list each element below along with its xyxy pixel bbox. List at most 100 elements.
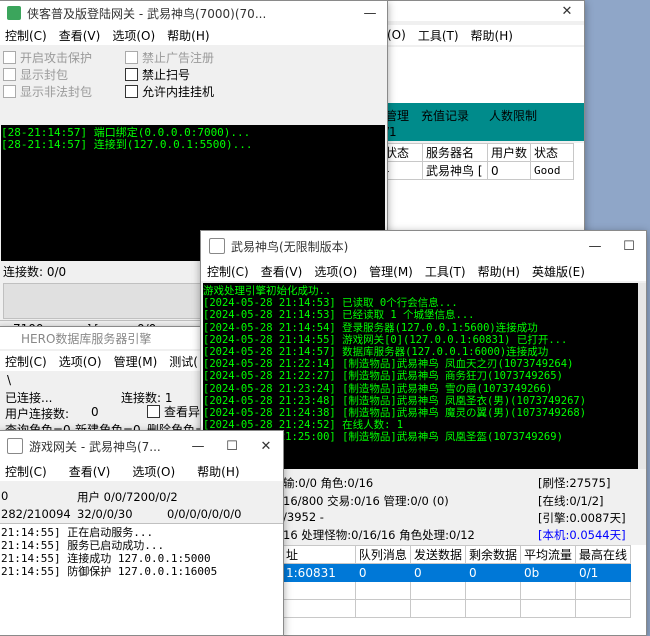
log-line: [2024-05-28 21:24:38] [制造物品]武易神鸟 魔灵の翼(男)… (203, 407, 587, 420)
log-line: 游戏处理引擎初始化成功.. (203, 285, 332, 297)
col-header-queue[interactable]: 队列消息 (354, 545, 411, 564)
log-line: 21:14:55] 连接成功 127.0.0.1:5000 (1, 552, 211, 565)
maximize-icon[interactable]: ☐ (215, 431, 249, 461)
menu-option[interactable]: 选项(O) (308, 263, 363, 280)
user-conn-label: 用户连接数: (5, 407, 70, 421)
log-line: [2024-05-28 21:14:55] 游戏网关[0](127.0.0.1:… (203, 333, 568, 346)
checkbox-icon (3, 68, 16, 81)
minimize-icon[interactable]: — (353, 1, 387, 25)
col-header-server[interactable]: 服务器名 (422, 143, 488, 162)
log-line: [2024-05-28 21:22:14] [制造物品]武易神鸟 凤血天之刃(1… (203, 358, 574, 371)
options-panel: 开启攻击保护 显示封包 显示非法封包 禁止广告注册 禁止扫号 允许内挂挂机 (0, 47, 387, 125)
log-line: [28-21:14:57] 连接到(127.0.0.1:5500)... (1, 137, 253, 151)
tab-limit[interactable]: 人数限制 (489, 107, 537, 124)
log-line: 21:14:55] 服务已启动成功... (1, 539, 165, 552)
attack-protect-checkbox[interactable]: 开启攻击保护 (3, 49, 92, 66)
window-title: 游戏网关 - 武易神鸟(7... (29, 439, 161, 454)
tab-manage[interactable]: 管理 (385, 107, 409, 124)
checkbox-icon (3, 85, 16, 98)
col-header-users[interactable]: 用户数 (486, 143, 532, 162)
menu-hero[interactable]: 英雄版(E) (526, 263, 591, 280)
log-line: [2024-05-28 21:23:48] [制造物品]武易神鸟 凤凰圣衣(男)… (203, 394, 587, 407)
window-game-gateway: 游戏网关 - 武易神鸟(7... — ☐ ✕ 控制(C) 查看(V) 选项(O)… (0, 430, 284, 636)
menu-manage[interactable]: 管理(M) (363, 263, 419, 280)
menu-view[interactable]: 查看(V) (255, 263, 309, 280)
app-icon (209, 238, 225, 254)
menu-test[interactable]: 测试( (163, 353, 204, 370)
log-line: [2024-05-28 21:14:53] 已经读取 1 个城堡信息... (203, 309, 475, 322)
checkbox-icon (125, 51, 138, 64)
log-line: [2024-05-28 21:14:54] 登录服务器(127.0.0.1:56… (203, 321, 538, 334)
menu-help[interactable]: 帮助(H) (465, 27, 519, 44)
log-scrollbar[interactable] (638, 283, 646, 469)
col-header-send[interactable]: 发送数据 (409, 545, 466, 564)
log-line: [2024-05-28 21:22:27] [制造物品]武易神鸟 商务狂刀(10… (203, 370, 563, 383)
stat-a: 0 (1, 489, 9, 503)
stat-b: 282/210094 (1, 507, 71, 521)
menu-control[interactable]: 控制(C) (0, 463, 53, 480)
minimize-icon[interactable]: — (578, 231, 612, 261)
window-title: 武易神鸟(无限制版本) (231, 239, 349, 254)
connected-label: 已连接... (5, 391, 53, 405)
stats-area: 0 用户 0/0/7200/0/2 282/210094 32/0/0/30 0… (0, 483, 283, 523)
menu-option[interactable]: 选项(O) (126, 463, 181, 480)
menu-tools[interactable]: 工具(T) (412, 27, 465, 44)
close-icon[interactable]: ✕ (249, 431, 283, 461)
app-icon (7, 6, 21, 20)
stat-c: 32/0/0/30 (77, 507, 133, 521)
menu-control[interactable]: 控制(C) (201, 263, 255, 280)
content-blank (381, 47, 584, 103)
stat-online: [在线:0/1/2] (538, 494, 604, 508)
menu-tools[interactable]: 工具(T) (419, 263, 472, 280)
stat-line-1: 输:0/0 角色:0/16 (283, 476, 374, 490)
path-text: \ (7, 373, 12, 387)
maximize-icon[interactable]: ☐ (612, 231, 646, 261)
menu-option[interactable]: 选项(O) (53, 353, 108, 370)
table-row[interactable]: - 武易神鸟 [ 0 Good (381, 161, 575, 180)
menu-view[interactable]: 查看(V) (53, 27, 107, 44)
checkbox-icon (147, 405, 160, 418)
tab-recharge[interactable]: 充值记录 (421, 107, 469, 124)
log-line: [2024-05-28 21:23:24] [制造物品]武易神鸟 雪の扇(107… (203, 382, 553, 395)
show-illegal-packet-checkbox[interactable]: 显示非法封包 (3, 83, 92, 100)
log-line: 21:14:55] 正在启动服务... (1, 526, 154, 539)
gateway-log: 21:14:55] 正在启动服务... 21:14:55] 服务已启动成功...… (0, 523, 283, 635)
minimize-icon[interactable]: — (181, 431, 215, 461)
stat-users: 用户 0/0/7200/0/2 (77, 490, 178, 504)
stat-spawn: [刷怪:27575] (538, 476, 611, 490)
view-error-checkbox[interactable]: 查看异 (147, 403, 200, 420)
checkbox-icon (3, 51, 16, 64)
stat-line-2: 16/800 交易:0/16 管理:0/0 (0) (283, 494, 449, 508)
menu-help[interactable]: 帮助(H) (191, 463, 245, 480)
menu-control[interactable]: 控制(C) (0, 353, 53, 370)
stat-d: 0/0/0/0/0/0/0 (167, 507, 242, 521)
menu-view[interactable]: 查看(V) (63, 463, 117, 480)
window-title: HERO数据库服务器引擎 (21, 331, 152, 346)
stat-engine-uptime: [引擎:0.0087天] (538, 511, 626, 525)
window-title: 侠客普及版登陆网关 - 武易神鸟(7000)(70... (27, 6, 267, 21)
log-line: 21:14:55] 防御保护 127.0.0.1:16005 (1, 565, 218, 578)
ban-ad-register-checkbox[interactable]: 禁止广告注册 (125, 49, 214, 66)
ban-scan-checkbox[interactable]: 禁止扫号 (125, 66, 214, 83)
col-header-avg-flow[interactable]: 平均流量 (519, 545, 576, 564)
allow-bot-checkbox[interactable]: 允许内挂挂机 (125, 83, 214, 100)
col-header-max-online[interactable]: 最高在线 (574, 545, 632, 564)
show-packet-checkbox[interactable]: 显示封包 (3, 66, 92, 83)
app-icon (7, 438, 23, 454)
col-header-state[interactable]: 状态 (530, 143, 575, 162)
stat-line-4: 16 处理怪物:0/16/16 角色处理:0/12 (283, 528, 475, 542)
log-line: [2024-05-28 21:14:53] 已读取 0个行会信息... (203, 297, 458, 310)
menu-manage[interactable]: 管理(M) (108, 353, 164, 370)
user-conn-value: 0 (91, 405, 99, 419)
close-icon[interactable]: ✕ (550, 1, 584, 21)
stat-line-3: /3952 - (283, 510, 324, 524)
window-db-engine: HERO数据库服务器引擎 控制(C) 选项(O) 管理(M) 测试( \ 已连接… (0, 326, 210, 444)
menu-option[interactable]: 选项(O) (106, 27, 161, 44)
connection-count: 连接数: 0/0 (3, 265, 67, 279)
col-header-remain[interactable]: 剩余数据 (464, 545, 521, 564)
menu-help[interactable]: 帮助(H) (161, 27, 215, 44)
menu-control[interactable]: 控制(C) (0, 27, 53, 44)
menu-help[interactable]: 帮助(H) (472, 263, 526, 280)
checkbox-icon (125, 68, 138, 81)
checkbox-icon (125, 85, 138, 98)
